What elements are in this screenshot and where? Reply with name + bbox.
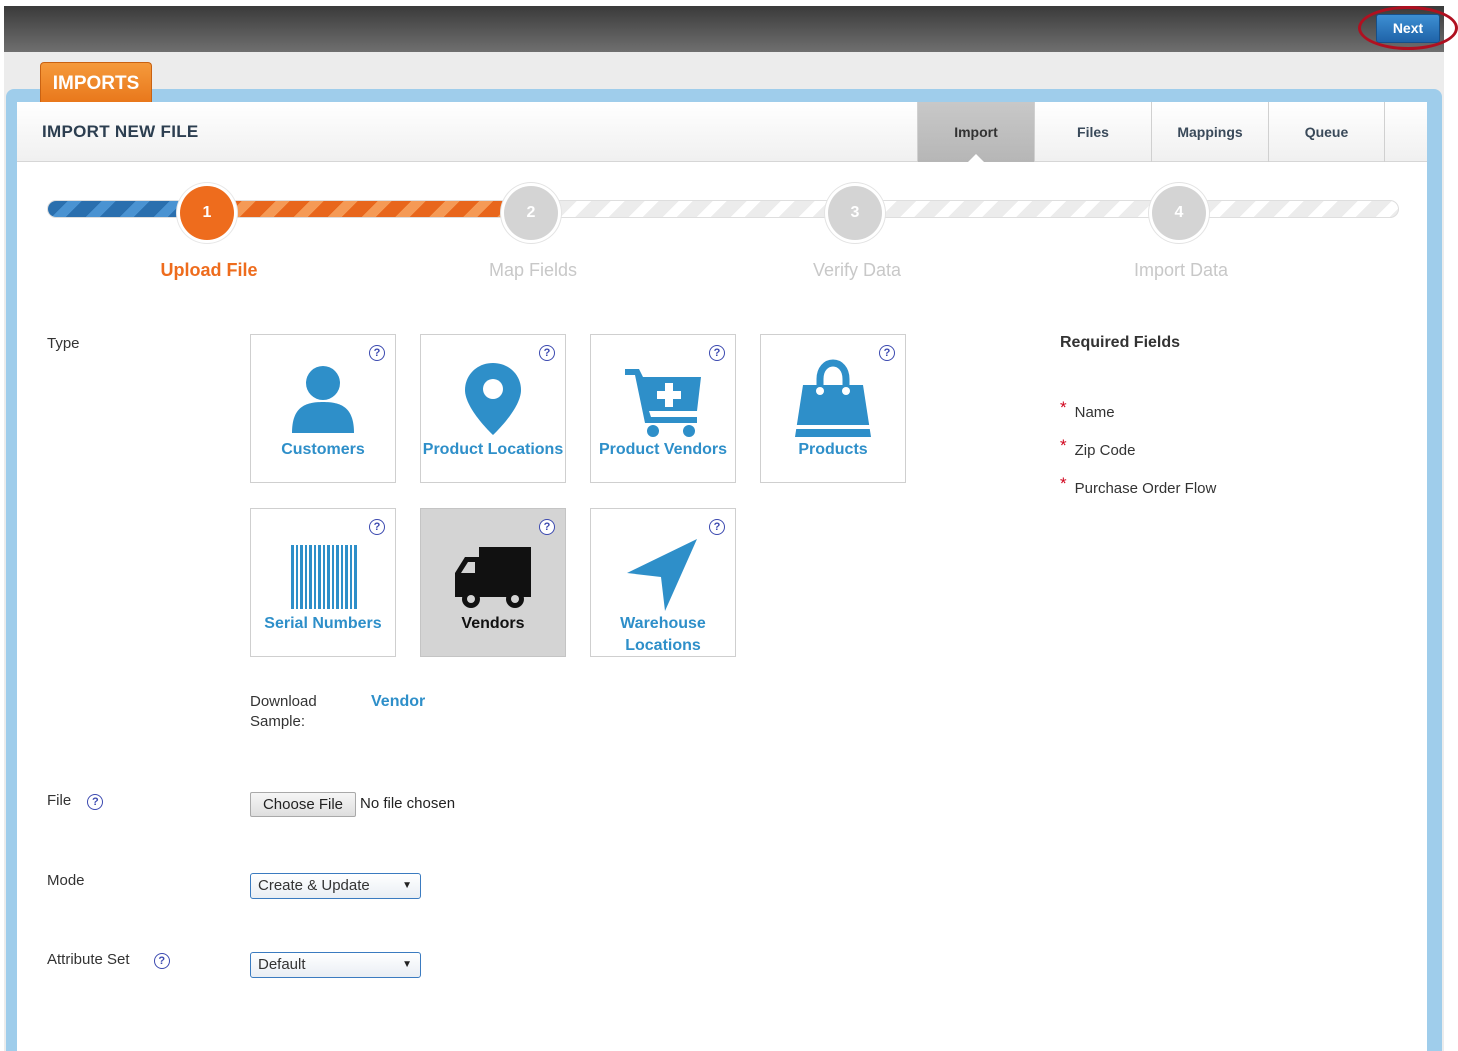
required-field-item: * Name bbox=[1060, 398, 1115, 422]
tile-label: Warehouse Locations bbox=[620, 615, 706, 654]
required-field-name: Name bbox=[1074, 404, 1115, 421]
tab-import[interactable]: Import bbox=[917, 102, 1034, 163]
tile-label: Serial Numbers bbox=[264, 615, 382, 632]
tile-vendors[interactable]: ? Vendors bbox=[420, 508, 566, 657]
type-label: Type bbox=[47, 335, 80, 352]
required-field-name: Zip Code bbox=[1074, 442, 1136, 459]
tab-mappings[interactable]: Mappings bbox=[1151, 102, 1268, 162]
tile-label: Vendors bbox=[461, 615, 525, 632]
required-field-item: * Zip Code bbox=[1060, 436, 1136, 460]
download-sample-label: Download Sample: bbox=[250, 693, 317, 730]
step-3-label: Verify Data bbox=[812, 260, 902, 280]
mode-select-value: Create & Update bbox=[258, 877, 370, 894]
location-arrow-icon bbox=[591, 533, 735, 613]
required-fields-title: Required Fields bbox=[1060, 334, 1181, 351]
tab-queue[interactable]: Queue bbox=[1268, 102, 1385, 162]
import-panel: IMPORT NEW FILE Import Files Mappings Qu… bbox=[17, 102, 1427, 1051]
truck-icon bbox=[421, 533, 565, 613]
map-pin-icon bbox=[421, 359, 565, 439]
file-label: File ? bbox=[47, 792, 104, 810]
file-status: No file chosen bbox=[360, 795, 456, 812]
required-asterisk-icon: * bbox=[1060, 436, 1067, 455]
required-field-item: * Purchase Order Flow bbox=[1060, 474, 1217, 498]
progress-current bbox=[188, 201, 533, 217]
choose-file-button[interactable]: Choose File bbox=[250, 792, 356, 817]
top-toolbar: Next bbox=[4, 6, 1458, 52]
tile-warehouse-locations[interactable]: ? Warehouse Locations bbox=[590, 508, 736, 657]
tile-customers[interactable]: ? Customers bbox=[250, 334, 396, 483]
tile-serial-numbers[interactable]: ? Serial Numbers bbox=[250, 508, 396, 657]
step-3-circle: 3 bbox=[828, 186, 882, 240]
help-icon[interactable]: ? bbox=[153, 953, 170, 969]
required-field-name: Purchase Order Flow bbox=[1074, 480, 1217, 497]
file-label-text: File bbox=[47, 792, 72, 809]
step-1-label: Upload File bbox=[160, 260, 258, 280]
tile-label: Customers bbox=[281, 441, 365, 458]
tile-label: Products bbox=[798, 441, 868, 458]
dropdown-arrow-icon: ▼ bbox=[402, 880, 412, 891]
step-4-circle: 4 bbox=[1152, 186, 1206, 240]
required-asterisk-icon: * bbox=[1060, 398, 1067, 417]
tile-label: Product Vendors bbox=[598, 441, 728, 458]
attribute-set-select-value: Default bbox=[258, 956, 306, 973]
attribute-set-label-text: Attribute Set bbox=[47, 951, 130, 968]
shopping-bag-icon bbox=[761, 359, 905, 439]
help-icon[interactable]: ? bbox=[87, 794, 104, 810]
download-sample-link[interactable]: Vendor bbox=[371, 693, 425, 711]
tab-files[interactable]: Files bbox=[1034, 102, 1151, 162]
tile-product-vendors[interactable]: ? Product Vendors bbox=[590, 334, 736, 483]
progress-complete bbox=[48, 201, 188, 217]
tile-label: Product Locations bbox=[422, 441, 564, 458]
panel-header: IMPORT NEW FILE Import Files Mappings Qu… bbox=[17, 102, 1427, 163]
mode-label: Mode bbox=[47, 872, 85, 889]
step-2-circle: 2 bbox=[504, 186, 558, 240]
cart-plus-icon bbox=[591, 359, 735, 439]
attribute-set-label: Attribute Set ? bbox=[47, 951, 170, 969]
attribute-set-select[interactable]: Default ▼ bbox=[250, 952, 421, 978]
step-4-label: Import Data bbox=[1133, 260, 1229, 280]
mode-select[interactable]: Create & Update ▼ bbox=[250, 873, 421, 899]
panel-title: IMPORT NEW FILE bbox=[42, 122, 199, 141]
highlight-circle bbox=[1358, 6, 1458, 50]
dropdown-arrow-icon: ▼ bbox=[402, 959, 412, 970]
tile-product-locations[interactable]: ? Product Locations bbox=[420, 334, 566, 483]
imports-section-tab[interactable]: IMPORTS bbox=[40, 62, 152, 104]
tile-products[interactable]: ? Products bbox=[760, 334, 906, 483]
barcode-icon bbox=[251, 533, 395, 613]
step-2-label: Map Fields bbox=[488, 260, 578, 280]
person-icon bbox=[251, 359, 395, 439]
required-asterisk-icon: * bbox=[1060, 474, 1067, 493]
step-1-circle: 1 bbox=[180, 186, 234, 240]
